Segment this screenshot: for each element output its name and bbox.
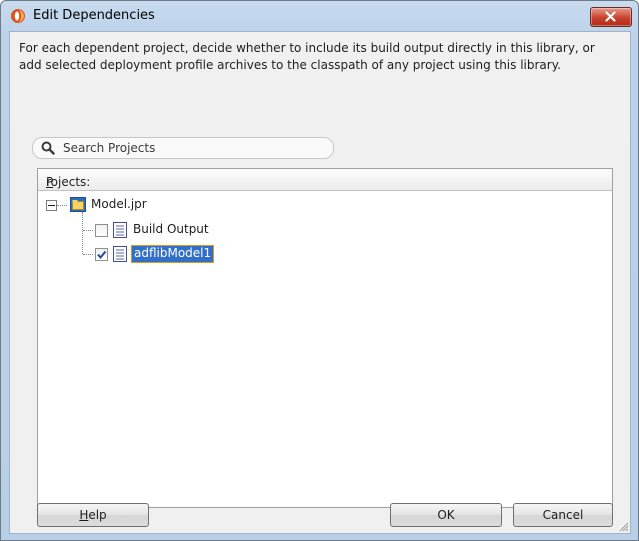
document-icon bbox=[113, 246, 127, 262]
tree-label-build-output: Build Output bbox=[133, 222, 209, 236]
checkmark-icon bbox=[97, 250, 107, 260]
build-output-checkbox[interactable] bbox=[95, 224, 108, 237]
cancel-button[interactable]: Cancel bbox=[513, 503, 613, 527]
search-input[interactable] bbox=[63, 140, 323, 156]
search-field[interactable] bbox=[32, 137, 334, 159]
dialog-body: For each dependent project, decide wheth… bbox=[9, 31, 631, 534]
title-bar[interactable]: Edit Dependencies bbox=[1, 1, 638, 31]
resize-grip-icon[interactable] bbox=[619, 522, 629, 532]
tree-node-adflibmodel1[interactable]: adflibModel1 bbox=[38, 245, 608, 263]
search-icon bbox=[41, 141, 55, 155]
tree-node-build-output[interactable]: Build Output bbox=[38, 221, 608, 239]
close-icon bbox=[605, 11, 616, 22]
adflibmodel1-checkbox[interactable] bbox=[95, 248, 108, 261]
close-button[interactable] bbox=[590, 7, 632, 27]
collapse-icon[interactable] bbox=[46, 200, 57, 211]
description-text: For each dependent project, decide wheth… bbox=[19, 41, 595, 72]
tree-label-adflibmodel1: adflibModel1 bbox=[131, 245, 215, 263]
oracle-jdeveloper-icon bbox=[11, 9, 25, 23]
projects-header-label: rojects: bbox=[46, 175, 91, 189]
dialog-title: Edit Dependencies bbox=[33, 8, 155, 23]
projects-header: Projects: bbox=[38, 169, 612, 191]
ok-button[interactable]: OK bbox=[390, 503, 502, 527]
document-icon bbox=[113, 222, 127, 238]
tree-node-model[interactable]: Model.jpr bbox=[38, 196, 608, 214]
edit-dependencies-dialog: Edit Dependencies For each dependent pro… bbox=[0, 0, 639, 541]
help-button[interactable]: Help bbox=[37, 503, 149, 527]
tree-label-model: Model.jpr bbox=[91, 197, 147, 211]
projects-panel: Projects: Model.jpr Build Output adflibM… bbox=[37, 168, 613, 508]
project-folder-icon bbox=[70, 197, 86, 212]
